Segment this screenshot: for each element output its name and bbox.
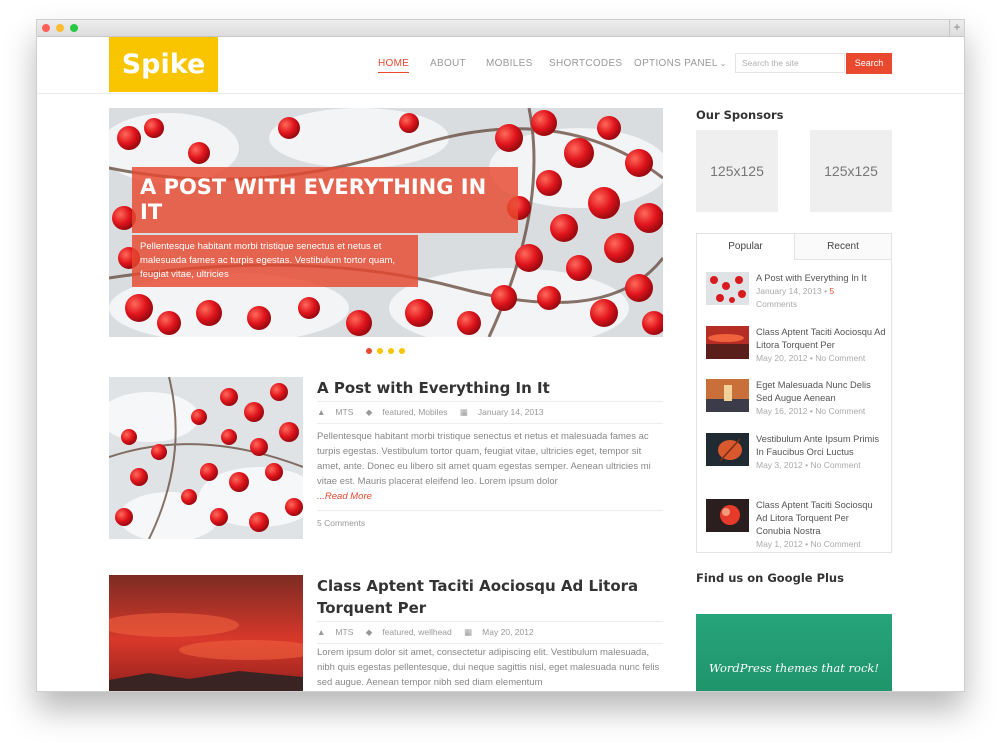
post-excerpt: Pellentesque habitant morbi tristique se… [317, 429, 663, 504]
post-author[interactable]: MTS [335, 407, 353, 417]
popular-item-text: Eget Malesuada Nunc Delis Sed Augue Aene… [756, 379, 886, 418]
search-input[interactable] [735, 53, 845, 73]
featured-slider[interactable]: A POST WITH EVERYTHING IN IT Pellentesqu… [109, 108, 663, 337]
post-categories[interactable]: featured, Mobiles [382, 407, 447, 417]
nav-options-panel[interactable]: OPTIONS PANEL ⌄ [634, 58, 727, 69]
popular-date: January 14, 2013 [756, 286, 822, 296]
popular-comments[interactable]: No Comment [815, 353, 865, 363]
calendar-icon: ▦ [464, 627, 473, 637]
google-plus-tagline: WordPress themes that rock! [708, 661, 880, 675]
nav-options-label: OPTIONS PANEL [634, 58, 718, 69]
google-plus-heading: Find us on Google Plus [696, 571, 844, 585]
popular-item-text: Class Aptent Taciti Sociosqu Ad Litora T… [756, 499, 886, 551]
post-author[interactable]: MTS [335, 627, 353, 637]
popular-date: May 3, 2012 [756, 460, 803, 470]
popular-thumbnail[interactable] [706, 499, 749, 532]
slider-dot-1[interactable] [366, 348, 372, 354]
post-thumbnail[interactable] [109, 377, 303, 539]
nav-shortcodes[interactable]: SHORTCODES [549, 58, 622, 69]
post-excerpt-text: Pellentesque habitant morbi tristique se… [317, 431, 651, 487]
tab-recent[interactable]: Recent [794, 234, 891, 260]
popular-thumbnail[interactable] [706, 272, 749, 305]
slide-title[interactable]: A POST WITH EVERYTHING IN IT [140, 175, 510, 225]
nav-mobiles[interactable]: MOBILES [486, 58, 533, 69]
slide-caption[interactable]: A POST WITH EVERYTHING IN IT [132, 167, 518, 233]
popular-comments[interactable]: Comments [756, 299, 797, 309]
sponsor-ad-2[interactable]: 125x125 [810, 130, 892, 212]
post-comments-link[interactable]: 5 Comments [317, 510, 663, 528]
slider-dot-4[interactable] [399, 348, 405, 354]
post-excerpt: Lorem ipsum dolor sit amet, consectetur … [317, 647, 660, 688]
search-button[interactable]: Search [846, 53, 892, 74]
popular-comments[interactable]: No Comment [810, 460, 860, 470]
post-title[interactable]: A Post with Everything In It [317, 377, 663, 399]
close-window-button[interactable] [42, 24, 50, 32]
popular-title[interactable]: A Post with Everything In It [756, 273, 867, 283]
tag-icon: ◆ [365, 627, 373, 637]
comment-count[interactable]: 5 [829, 286, 834, 296]
slide-excerpt: Pellentesque habitant morbi tristique se… [132, 235, 418, 287]
popular-comments[interactable]: No Comment [815, 406, 865, 416]
popular-thumbnail[interactable] [706, 326, 749, 359]
nav-home[interactable]: HOME [378, 58, 410, 73]
slider-dot-3[interactable] [388, 348, 394, 354]
user-icon: ▲ [317, 407, 326, 417]
popular-thumbnail[interactable] [706, 379, 749, 412]
maximize-window-button[interactable] [70, 24, 78, 32]
tab-popular[interactable]: Popular [697, 234, 794, 260]
popular-thumbnail[interactable] [706, 433, 749, 466]
read-more-link[interactable]: ...Read More [317, 491, 372, 502]
chevron-down-icon: ⌄ [719, 59, 727, 68]
post-meta: ▲ MTS ◆ featured, Mobiles ▦ January 14, 201… [317, 401, 663, 424]
calendar-icon: ▦ [459, 407, 468, 417]
popular-date: May 16, 2012 [756, 406, 808, 416]
post-meta: ▲ MTS ◆ featured, wellhead ▦ May 20, 2012 [317, 621, 663, 644]
tag-icon: ◆ [365, 407, 373, 417]
popular-title[interactable]: Vestibulum Ante Ipsum Primis In Faucibus… [756, 434, 879, 457]
post-thumbnail[interactable] [109, 575, 303, 691]
post-categories[interactable]: featured, wellhead [382, 627, 451, 637]
popular-date: May 20, 2012 [756, 353, 808, 363]
sponsors-heading: Our Sponsors [696, 108, 784, 122]
slider-dot-2[interactable] [377, 348, 383, 354]
nav-about[interactable]: ABOUT [430, 58, 466, 69]
popular-item-text: Class Aptent Taciti Aociosqu Ad Litora T… [756, 326, 886, 365]
popular-title[interactable]: Eget Malesuada Nunc Delis Sed Augue Aene… [756, 380, 871, 403]
site-header: Spike HOME ABOUT MOBILES SHORTCODES OPTI… [37, 37, 964, 94]
post-date: January 14, 2013 [477, 407, 544, 417]
title-bar: + [37, 20, 964, 37]
popular-title[interactable]: Class Aptent Taciti Sociosqu Ad Litora T… [756, 500, 873, 536]
google-plus-widget[interactable]: WordPress themes that rock! my [696, 614, 892, 691]
post-date: May 20, 2012 [482, 627, 534, 637]
browser-window: + Spike HOME ABOUT MOBILES SHORTCODES OP… [36, 19, 965, 692]
popular-item-text: A Post with Everything In It January 14,… [756, 272, 886, 311]
popular-title[interactable]: Class Aptent Taciti Aociosqu Ad Litora T… [756, 327, 886, 350]
new-tab-button[interactable]: + [949, 20, 964, 36]
popular-date: May 1, 2012 [756, 539, 803, 549]
popular-recent-widget: Popular Recent A Post with Everything In… [696, 233, 892, 553]
post-title[interactable]: Class Aptent Taciti Aociosqu Ad Litora T… [317, 575, 663, 619]
minimize-window-button[interactable] [56, 24, 64, 32]
site-logo[interactable]: Spike [109, 37, 218, 92]
sponsor-ad-1[interactable]: 125x125 [696, 130, 778, 212]
popular-item-text: Vestibulum Ante Ipsum Primis In Faucibus… [756, 433, 886, 472]
popular-comments[interactable]: No Comment [810, 539, 860, 549]
user-icon: ▲ [317, 627, 326, 637]
